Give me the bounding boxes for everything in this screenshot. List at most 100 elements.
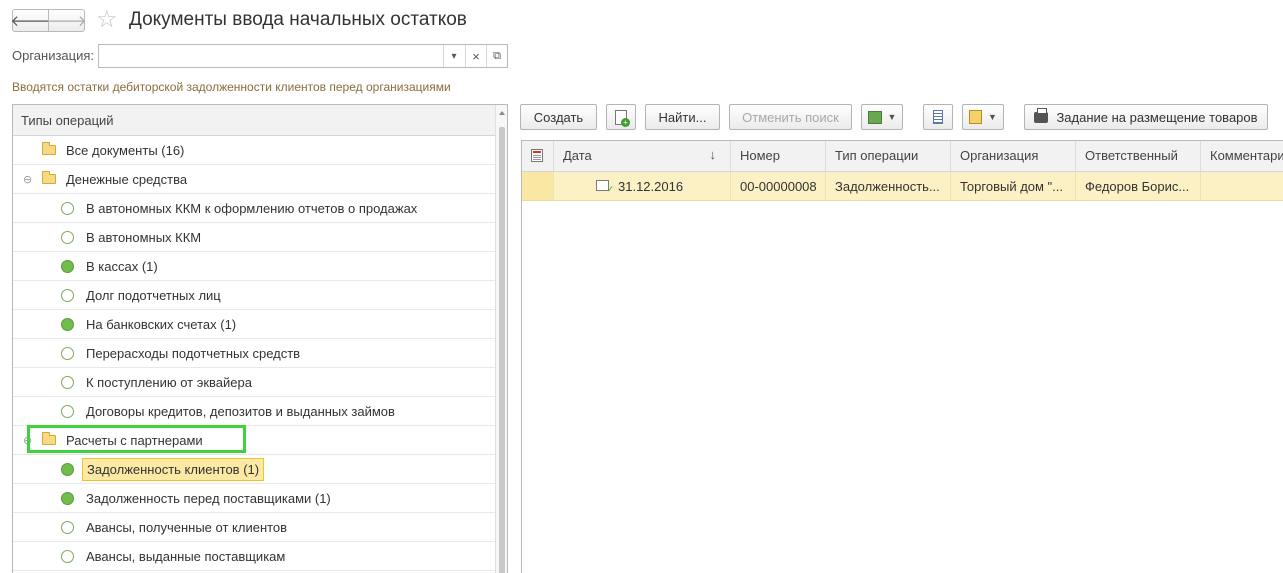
create-button-label: Создать xyxy=(533,109,584,125)
cancel-search-button[interactable]: Отменить поиск xyxy=(729,104,852,130)
scrollbar-thumb[interactable] xyxy=(499,127,505,573)
tree-item-leaf[interactable]: Долг подотчетных лиц xyxy=(13,281,496,310)
tree-item-label: Перерасходы подотчетных средств xyxy=(86,346,301,361)
documents-table[interactable]: Дата ↓ Номер Тип операции Организация От… xyxy=(521,140,1283,573)
status-empty-icon xyxy=(61,347,74,360)
status-empty-icon xyxy=(61,289,74,302)
tree-item-leaf[interactable]: Перерасходы подотчетных средств xyxy=(13,339,496,368)
find-button[interactable]: Найти... xyxy=(645,104,720,130)
tree-header: Типы операций xyxy=(13,105,496,136)
chevron-down-icon: ▾ xyxy=(451,50,457,62)
tree-item-label: В автономных ККМ xyxy=(86,230,202,245)
tree-item-leaf[interactable]: Договоры кредитов, депозитов и выданных … xyxy=(13,397,496,426)
arrow-left-icon: 🡐 xyxy=(10,13,51,30)
create-by-copy-button[interactable]: + xyxy=(606,104,636,130)
tree-item-leaf[interactable]: В автономных ККМ к оформлению отчетов о … xyxy=(13,194,496,223)
status-empty-icon xyxy=(61,405,74,418)
create-button[interactable]: Создать xyxy=(520,104,597,130)
panel-splitter[interactable] xyxy=(512,104,515,573)
create-based-on-button[interactable]: ▼ xyxy=(861,104,903,130)
status-filled-icon xyxy=(61,260,74,273)
tree-item-leaf[interactable]: К поступлению от эквайера xyxy=(13,368,496,397)
posted-document-icon xyxy=(596,180,614,195)
cell-responsible[interactable]: Федоров Борис... xyxy=(1076,172,1201,200)
cell-organization-value: Торговый дом "... xyxy=(960,179,1064,194)
tree-item-all-documents[interactable]: Все документы (16) xyxy=(13,136,496,165)
report-button[interactable] xyxy=(923,104,953,130)
table-row[interactable]: 31.12.2016 00-00000008 Задолженность... … xyxy=(522,172,1283,201)
cell-date-value: 31.12.2016 xyxy=(618,179,684,194)
organization-clear-button[interactable]: × xyxy=(465,45,486,67)
cell-operation-type-value: Задолженность... xyxy=(835,179,940,194)
tree-item-leaf[interactable]: Авансы, полученные от клиентов xyxy=(13,513,496,542)
collapse-icon[interactable]: ⊖ xyxy=(23,173,32,186)
tree-item-label: Все документы (16) xyxy=(66,143,185,158)
status-filled-icon xyxy=(61,463,74,476)
column-header-date[interactable]: Дата ↓ xyxy=(554,141,731,171)
tree-item-label: Задолженность перед поставщиками (1) xyxy=(86,491,331,506)
column-header-organization[interactable]: Организация xyxy=(951,141,1076,171)
column-header-comment[interactable]: Комментари xyxy=(1201,141,1283,171)
print-menu-button[interactable]: ▼ xyxy=(962,104,1004,130)
cell-date[interactable]: 31.12.2016 xyxy=(554,172,731,200)
column-header-responsible[interactable]: Ответственный xyxy=(1076,141,1201,171)
close-icon: × xyxy=(472,48,480,64)
cell-number[interactable]: 00-00000008 xyxy=(731,172,826,200)
document-settings-icon xyxy=(969,110,983,124)
status-empty-icon xyxy=(61,202,74,215)
open-form-icon: ⧉ xyxy=(493,49,501,62)
scroll-up-icon[interactable] xyxy=(499,111,505,115)
document-status-icon xyxy=(531,149,543,162)
favorite-star-icon[interactable]: ☆ xyxy=(96,7,118,33)
column-header-label: Дата xyxy=(563,148,592,163)
placement-task-label: Задание на размещение товаров xyxy=(1056,109,1258,125)
arrow-right-icon: 🡒 xyxy=(46,13,87,30)
tree-item-label: На банковских счетах (1) xyxy=(86,317,237,332)
operation-types-tree[interactable]: Типы операций Все документы (16) ⊖ Денеж… xyxy=(12,104,508,573)
organization-field[interactable]: ▾ × ⧉ xyxy=(98,44,508,68)
tree-item-leaf[interactable]: Авансы, выданные поставщикам xyxy=(13,542,496,571)
tree-item-selected[interactable]: Задолженность клиентов (1) xyxy=(13,455,496,484)
find-button-label: Найти... xyxy=(658,109,707,125)
tree-item-cash[interactable]: ⊖ Денежные средства xyxy=(13,165,496,194)
placement-task-button[interactable]: Задание на размещение товаров xyxy=(1024,104,1268,130)
organization-input[interactable] xyxy=(101,47,441,65)
printer-icon xyxy=(1034,107,1049,123)
forward-button[interactable]: 🡒 xyxy=(46,9,87,32)
column-header-label: Комментари xyxy=(1210,148,1283,163)
tree-scrollbar[interactable] xyxy=(495,105,507,573)
tree-item-leaf[interactable]: В автономных ККМ xyxy=(13,223,496,252)
chevron-down-icon: ▼ xyxy=(887,112,897,122)
cancel-search-label: Отменить поиск xyxy=(742,109,839,125)
cell-operation-type[interactable]: Задолженность... xyxy=(826,172,951,200)
tree-item-label: Авансы, полученные от клиентов xyxy=(86,520,288,535)
highlight-box xyxy=(27,425,246,453)
tree-item-leaf[interactable]: В кассах (1) xyxy=(13,252,496,281)
tree-item-label: Авансы, выданные поставщикам xyxy=(86,549,286,564)
column-header-label: Ответственный xyxy=(1085,148,1178,163)
organization-label: Организация: xyxy=(12,48,95,63)
column-header-icon[interactable] xyxy=(522,141,554,171)
organization-dropdown-button[interactable]: ▾ xyxy=(443,45,464,67)
back-button[interactable]: 🡐 xyxy=(10,9,51,32)
status-empty-icon xyxy=(61,521,74,534)
tree-item-leaf[interactable]: Задолженность перед поставщиками (1) xyxy=(13,484,496,513)
column-header-operation-type[interactable]: Тип операции xyxy=(826,141,951,171)
column-header-label: Номер xyxy=(740,148,781,163)
organization-open-button[interactable]: ⧉ xyxy=(486,45,507,67)
tree-item-label: Задолженность клиентов (1) xyxy=(82,458,265,481)
tree-item-label: Денежные средства xyxy=(66,172,188,187)
tree-item-leaf[interactable]: На банковских счетах (1) xyxy=(13,310,496,339)
column-header-number[interactable]: Номер xyxy=(731,141,826,171)
cell-number-value: 00-00000008 xyxy=(740,179,817,194)
add-document-icon: + xyxy=(615,109,630,127)
cell-organization[interactable]: Торговый дом "... xyxy=(951,172,1076,200)
cell-comment[interactable] xyxy=(1201,172,1283,200)
create-based-on-icon xyxy=(867,110,882,124)
list-icon xyxy=(933,110,943,124)
cell-responsible-value: Федоров Борис... xyxy=(1085,179,1190,194)
status-empty-icon xyxy=(61,376,74,389)
tree-item-label: К поступлению от эквайера xyxy=(86,375,252,390)
table-header: Дата ↓ Номер Тип операции Организация От… xyxy=(522,141,1283,172)
tree-item-label: В автономных ККМ к оформлению отчетов о … xyxy=(86,201,418,216)
